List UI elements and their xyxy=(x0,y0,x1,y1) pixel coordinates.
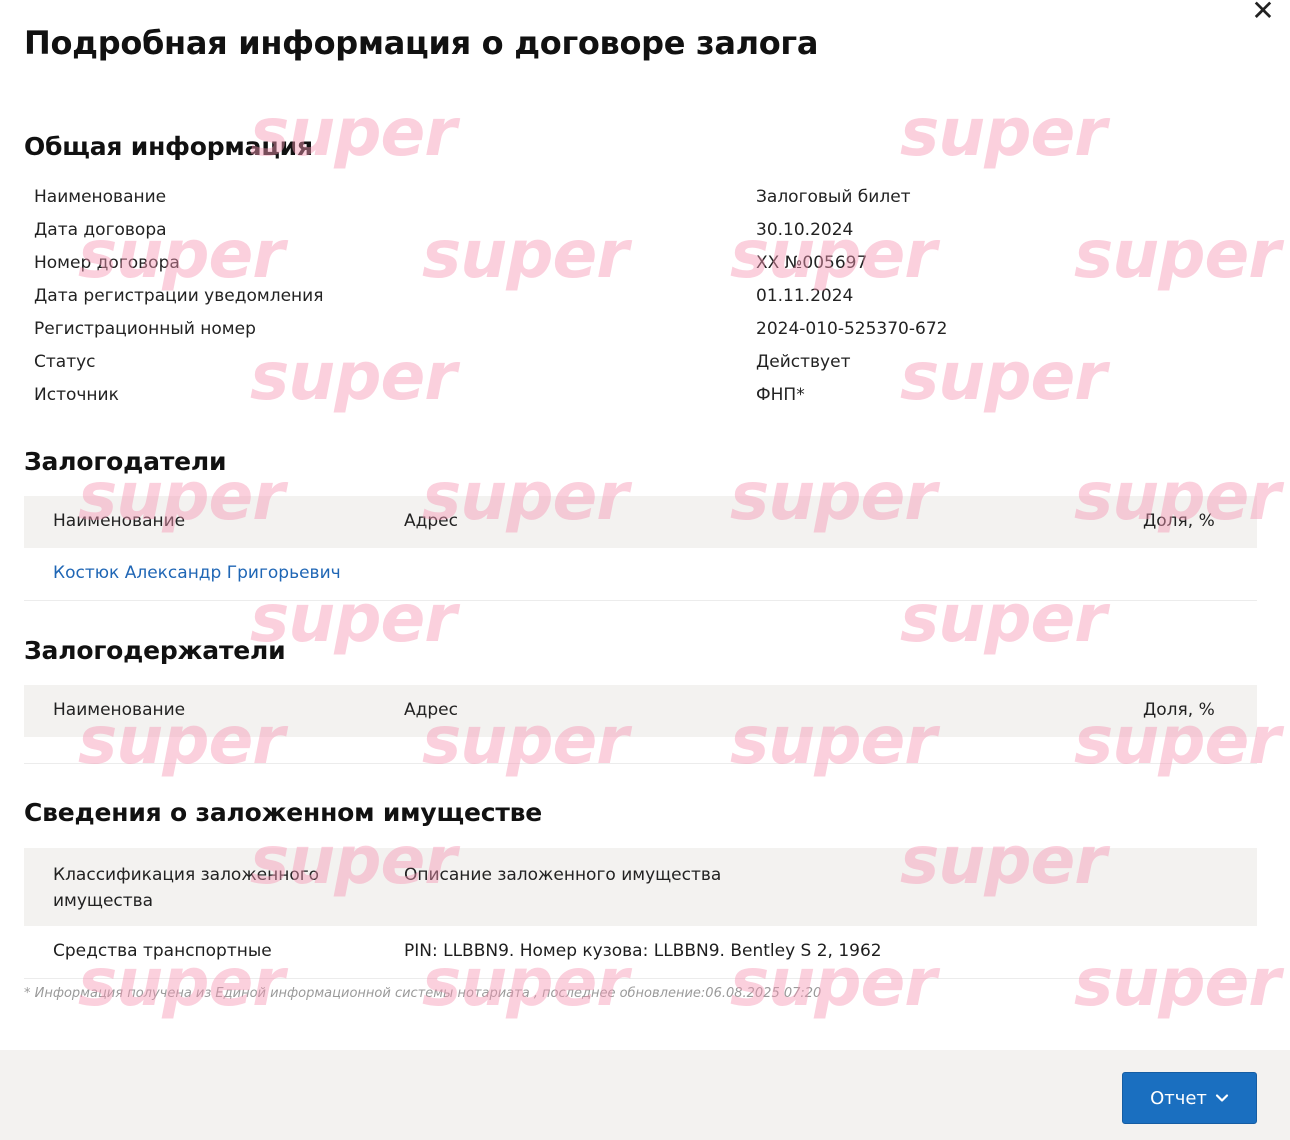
info-label: Регистрационный номер xyxy=(34,319,256,339)
info-row-registration-date: Дата регистрации уведомления 01.11.2024 xyxy=(34,286,1134,319)
info-row-source: Источник ФНП* xyxy=(34,385,1134,418)
column-header-classification: Классификация заложенного имущества xyxy=(53,865,320,911)
watermark: super xyxy=(900,94,1107,171)
info-label: Дата регистрации уведомления xyxy=(34,286,324,306)
modal-title: Подробная информация о договоре залога xyxy=(24,24,819,62)
report-button[interactable]: Отчет xyxy=(1122,1072,1257,1124)
property-classification: Средства транспортные xyxy=(53,941,272,961)
info-label: Номер договора xyxy=(34,253,180,273)
table-row: Средства транспортные PIN: LLBBN9. Номер… xyxy=(24,926,1257,978)
info-label: Наименование xyxy=(34,187,167,207)
column-header-name: Наименование xyxy=(53,511,186,531)
property-description: PIN: LLBBN9. Номер кузова: LLBBN9. Bentl… xyxy=(404,941,882,961)
pledgor-name-link[interactable]: Костюк Александр Григорьевич xyxy=(53,563,341,583)
table-row: Костюк Александр Григорьевич xyxy=(24,548,1257,600)
pledgees-table-header: Наименование Адрес Доля, % xyxy=(24,685,1257,737)
footnote: * Информация получена из Единой информац… xyxy=(24,986,822,1001)
info-label: Источник xyxy=(34,385,119,405)
column-header-share: Доля, % xyxy=(1143,511,1215,531)
info-row-contract-number: Номер договора XX №005697 xyxy=(34,253,1134,286)
column-header-name: Наименование xyxy=(53,700,186,720)
column-header-description: Описание заложенного имущества xyxy=(404,865,722,885)
info-label: Дата договора xyxy=(34,220,167,240)
row-divider xyxy=(24,600,1257,601)
column-header-address: Адрес xyxy=(404,511,458,531)
info-value: 01.11.2024 xyxy=(756,286,854,306)
info-label: Статус xyxy=(34,352,96,372)
info-value: XX №005697 xyxy=(756,253,868,273)
general-info-title: Общая информация xyxy=(24,132,313,161)
modal-footer: Отчет xyxy=(0,1050,1290,1140)
pledgors-title: Залогодатели xyxy=(24,447,227,476)
pledgors-table-header: Наименование Адрес Доля, % xyxy=(24,496,1257,548)
info-value: Залоговый билет xyxy=(756,187,911,207)
info-row-name: Наименование Залоговый билет xyxy=(34,187,1134,220)
info-value: ФНП* xyxy=(756,385,805,405)
info-row-registration-number: Регистрационный номер 2024-010-525370-67… xyxy=(34,319,1134,352)
info-row-status: Статус Действует xyxy=(34,352,1134,385)
column-header-share: Доля, % xyxy=(1143,700,1215,720)
info-value: Действует xyxy=(756,352,851,372)
pledgees-title: Залогодержатели xyxy=(24,636,286,665)
info-row-contract-date: Дата договора 30.10.2024 xyxy=(34,220,1134,253)
close-icon[interactable]: ✕ xyxy=(1248,0,1278,25)
pledge-details-modal: ✕ Подробная информация о договоре залога… xyxy=(0,0,1290,1140)
chevron-down-icon xyxy=(1215,1094,1229,1102)
column-header-address: Адрес xyxy=(404,700,458,720)
property-table-header: Классификация заложенного имущества Опис… xyxy=(24,848,1257,926)
row-divider xyxy=(24,763,1257,764)
property-title: Сведения о заложенном имуществе xyxy=(24,798,542,827)
row-divider xyxy=(24,978,1257,979)
info-value: 2024-010-525370-672 xyxy=(756,319,948,339)
report-button-label: Отчет xyxy=(1150,1087,1207,1109)
info-value: 30.10.2024 xyxy=(756,220,854,240)
